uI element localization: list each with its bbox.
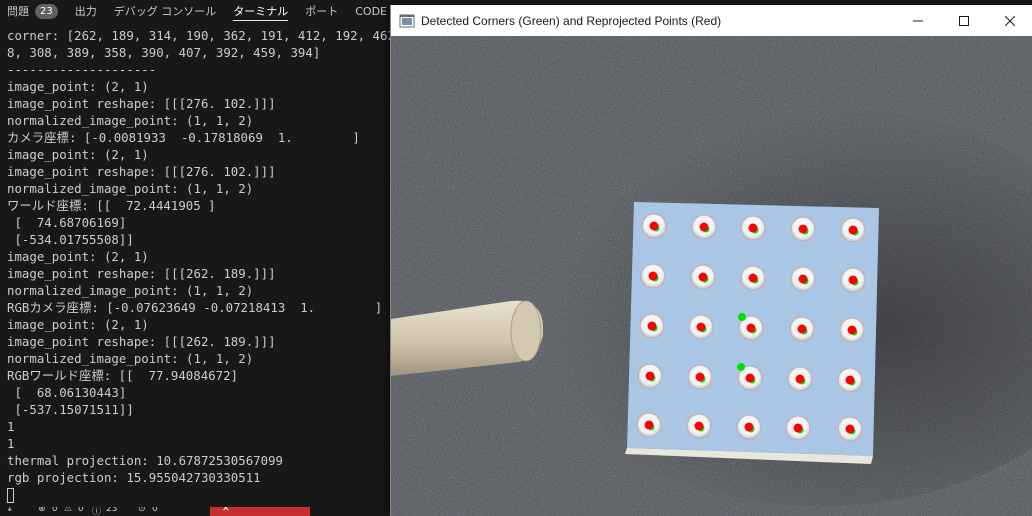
terminal-cursor <box>7 488 14 503</box>
reprojected-point-marker <box>647 321 657 331</box>
reprojected-point-marker <box>847 325 857 335</box>
warning-icon[interactable]: ⚠ <box>64 507 72 514</box>
terminal-line: -------------------- <box>7 62 157 77</box>
panel-tab-label: 出力 <box>74 5 97 18</box>
terminal-line: カメラ座標: [-0.0081933 -0.17818069 1. ] <box>7 130 360 145</box>
terminal-line: normalized_image_point: (1, 1, 2) <box>7 351 254 366</box>
terminal-line: normalized_image_point: (1, 1, 2) <box>7 181 254 196</box>
panel-tab-label: デバッグ コンソール <box>113 5 217 18</box>
terminal-line: RGBカメラ座標: [-0.07623649 -0.07218413 1. ] <box>7 300 383 315</box>
ports-count: 0 <box>152 507 158 514</box>
reprojected-point-marker <box>698 272 708 282</box>
info-icon[interactable]: ⓘ <box>92 507 101 516</box>
reprojected-point-marker <box>848 225 858 235</box>
terminal-line: corner: [262, 189, 314, 190, 362, 191, 4… <box>7 28 392 43</box>
reprojected-point-marker <box>748 273 758 283</box>
reprojected-point-marker <box>845 424 855 434</box>
terminal-line: image_point: (2, 1) <box>7 147 149 162</box>
terminal-line: [-534.01755508]] <box>7 232 134 247</box>
terminal-line: image_point reshape: [[[276. 102.]]] <box>7 164 276 179</box>
terminal-line: ワールド座標: [[ 72.4441905 ] <box>7 198 216 213</box>
panel-tab-label: ポート <box>305 5 339 18</box>
detected-corner-marker <box>738 313 746 321</box>
error-count: 0 <box>52 507 58 514</box>
info-count: 23 <box>106 507 118 514</box>
terminal-prompt-line[interactable] <box>7 486 392 503</box>
panel-tab-3[interactable]: ターミナル <box>226 0 298 22</box>
minimize-button[interactable] <box>895 5 941 36</box>
reprojected-point-marker <box>793 423 803 433</box>
terminal-line: [-537.15071511]] <box>7 402 134 417</box>
terminal-line: normalized_image_point: (1, 1, 2) <box>7 113 254 128</box>
warning-count: 0 <box>78 507 84 514</box>
minimize-icon <box>913 20 923 21</box>
detected-corner-marker <box>737 363 745 371</box>
debug-status-item[interactable]: ✕ <box>210 507 310 516</box>
reprojected-point-marker <box>745 373 755 383</box>
panel-tab-label: 問題 <box>7 5 29 18</box>
calibration-image <box>391 36 1032 516</box>
terminal-line: image_point: (2, 1) <box>7 79 149 94</box>
terminal-line: 1 <box>7 419 15 434</box>
panel-tab-1[interactable]: 出力 <box>68 0 107 22</box>
opencv-window-icon <box>399 14 415 27</box>
remote-indicator-icon[interactable]: ↓ <box>6 507 14 514</box>
terminal-line: image_point: (2, 1) <box>7 249 149 264</box>
reprojected-point-marker <box>694 421 704 431</box>
reprojected-point-marker <box>798 224 808 234</box>
window-title: Detected Corners (Green) and Reprojected… <box>421 13 722 28</box>
debug-icon: ✕ <box>222 507 230 514</box>
reprojected-point-marker <box>644 420 654 430</box>
reprojected-point-marker <box>645 371 655 381</box>
reprojected-point-marker <box>848 275 858 285</box>
reprojected-point-marker <box>746 323 756 333</box>
window-titlebar[interactable]: Detected Corners (Green) and Reprojected… <box>391 5 1032 36</box>
terminal-line: 1 <box>7 436 15 451</box>
error-icon[interactable]: ⊗ <box>38 507 46 514</box>
panel-tab-4[interactable]: ポート <box>298 0 348 22</box>
reprojected-point-marker <box>798 274 808 284</box>
terminal-line: [ 68.06130443] <box>7 385 127 400</box>
tube-end <box>510 300 542 362</box>
reprojected-point-marker <box>795 374 805 384</box>
terminal-line: image_point reshape: [[[262. 189.]]] <box>7 334 276 349</box>
panel-tab-label: CODE REFERENCE LOG <box>355 4 392 18</box>
panel-tab-5[interactable]: CODE REFERENCE LOG <box>348 0 392 22</box>
maximize-icon <box>959 15 969 26</box>
panel-tab-2[interactable]: デバッグ コンソール <box>107 0 227 22</box>
reprojected-point-marker <box>699 222 709 232</box>
reprojected-point-marker <box>648 271 658 281</box>
maximize-button[interactable] <box>941 5 987 36</box>
reprojected-point-marker <box>696 322 706 332</box>
terminal-line: [ 74.68706169] <box>7 215 127 230</box>
terminal-line: normalized_image_point: (1, 1, 2) <box>7 283 254 298</box>
ports-icon[interactable]: ⊙ <box>138 507 146 514</box>
panel-tab-0[interactable]: 問題 23 <box>0 0 68 22</box>
reprojected-point-marker <box>845 375 855 385</box>
terminal-output[interactable]: corner: [262, 189, 314, 190, 362, 191, 4… <box>0 27 392 507</box>
terminal-line: rgb projection: 15.955042730330511 <box>7 470 261 485</box>
problems-count-badge: 23 <box>35 3 58 19</box>
close-button[interactable] <box>987 5 1032 36</box>
scene-svg <box>391 36 1032 516</box>
reprojected-point-marker <box>744 422 754 432</box>
opencv-window: Detected Corners (Green) and Reprojected… <box>390 5 1032 516</box>
terminal-line: image_point reshape: [[[262. 189.]]] <box>7 266 276 281</box>
reprojected-point-marker <box>797 324 807 334</box>
reprojected-point-marker <box>748 223 758 233</box>
terminal-line: RGBワールド座標: [[ 77.94084672] <box>7 368 238 383</box>
close-icon <box>1005 15 1015 26</box>
status-bar: ↓ ⊗ 0 ⚠ 0 ⓘ 23 ⊙ 0 ✕ <box>0 507 392 516</box>
terminal-line: image_point reshape: [[[276. 102.]]] <box>7 96 276 111</box>
reprojected-point-marker <box>695 372 705 382</box>
panel-tab-bar: 問題 23 出力 デバッグ コンソール ターミナル ポート CODE REFERENCE L… <box>0 0 392 22</box>
terminal-line: 8, 308, 389, 358, 390, 407, 392, 459, 39… <box>7 45 321 60</box>
terminal-line: image_point: (2, 1) <box>7 317 149 332</box>
panel-tab-label: ターミナル <box>233 5 289 18</box>
reprojected-point-marker <box>649 221 659 231</box>
terminal-line: thermal projection: 10.67872530567099 <box>7 453 284 468</box>
